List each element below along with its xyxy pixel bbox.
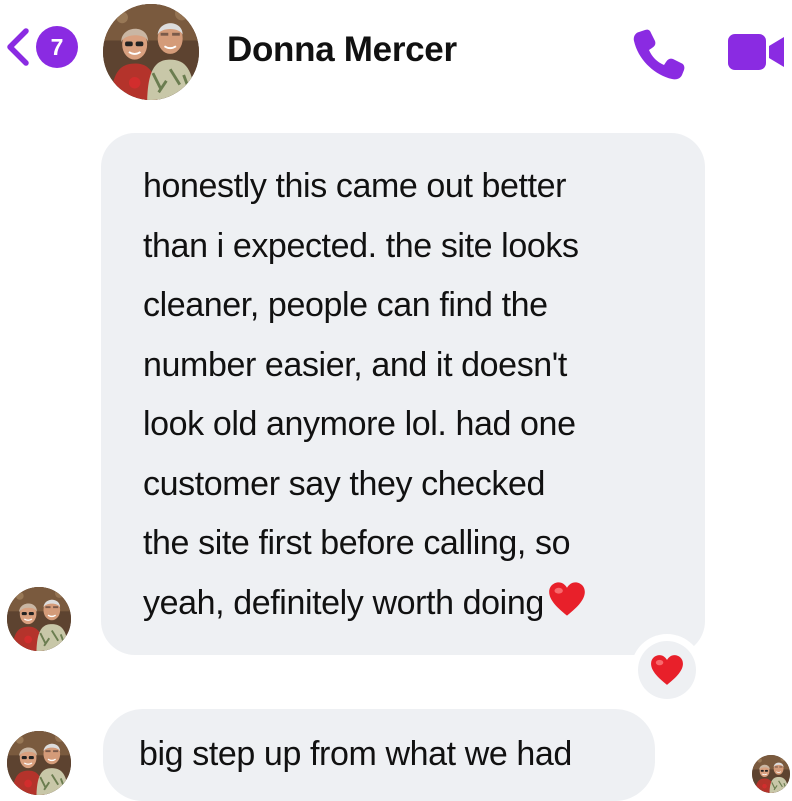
- contact-avatar[interactable]: [103, 4, 199, 100]
- video-call-button[interactable]: [724, 28, 788, 76]
- chevron-left-icon: [7, 28, 29, 66]
- message-bubble[interactable]: honestly this came out better than i exp…: [101, 133, 705, 655]
- message-bubble[interactable]: big step up from what we had: [103, 709, 655, 801]
- sender-avatar[interactable]: [7, 587, 71, 651]
- conversation-header: 7 Donna Mercer: [0, 0, 792, 105]
- message-text: big step up from what we had: [139, 735, 572, 773]
- unread-count-badge: 7: [36, 26, 78, 68]
- phone-icon: [633, 29, 685, 80]
- video-camera-icon: [728, 34, 784, 70]
- contact-name[interactable]: Donna Mercer: [227, 30, 457, 70]
- read-receipt-avatar: [752, 755, 790, 793]
- red-heart-icon: [650, 654, 684, 686]
- red-heart-emoji-icon: [548, 581, 586, 617]
- back-button[interactable]: 7: [4, 22, 78, 72]
- sender-avatar[interactable]: [7, 731, 71, 795]
- heart-reaction[interactable]: [635, 638, 699, 702]
- message-text: honestly this came out better than i exp…: [143, 157, 683, 633]
- voice-call-button[interactable]: [630, 24, 688, 82]
